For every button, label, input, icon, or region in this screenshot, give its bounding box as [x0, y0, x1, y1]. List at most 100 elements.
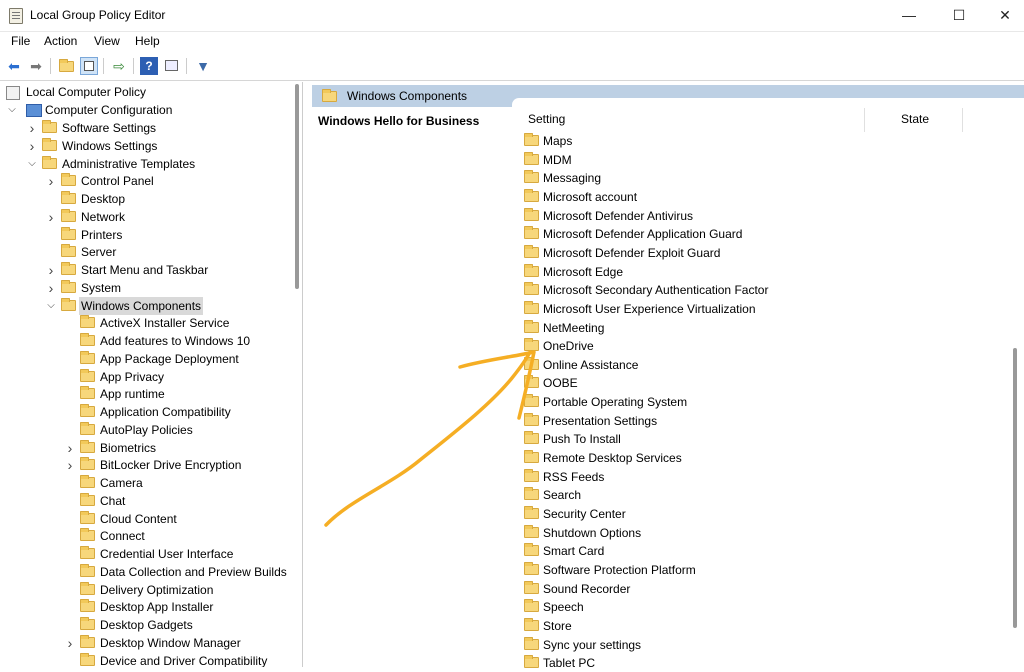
- filter-icon[interactable]: ▼: [194, 57, 212, 75]
- list-item[interactable]: Microsoft Edge: [524, 263, 864, 281]
- list-scrollbar[interactable]: [1012, 118, 1019, 667]
- tree-item[interactable]: AutoPlay Policies: [64, 421, 290, 439]
- properties-icon[interactable]: [163, 57, 181, 75]
- tree-item[interactable]: › Desktop Window Manager: [64, 634, 290, 652]
- tree-scrollbar[interactable]: [294, 82, 301, 667]
- list-item[interactable]: MDM: [524, 151, 864, 169]
- list-item[interactable]: Speech: [524, 598, 864, 616]
- maximize-button[interactable]: ☐: [936, 0, 982, 31]
- minimize-button[interactable]: —: [886, 0, 932, 31]
- list-scrollbar-thumb[interactable]: [1013, 348, 1017, 628]
- chevron-right-icon[interactable]: ›: [45, 261, 57, 279]
- chevron-down-icon[interactable]: ⌵: [45, 297, 57, 315]
- chevron-right-icon[interactable]: ›: [45, 208, 57, 226]
- tree-item[interactable]: Camera: [64, 474, 290, 492]
- show-hide-tree-icon[interactable]: [80, 57, 98, 75]
- menu-action[interactable]: Action: [44, 34, 77, 48]
- tree-item[interactable]: Add features to Windows 10: [64, 332, 290, 350]
- up-folder-icon[interactable]: [57, 57, 75, 75]
- list-item[interactable]: RSS Feeds: [524, 468, 864, 486]
- tree-item[interactable]: › Windows Settings: [26, 137, 290, 155]
- list-item[interactable]: Smart Card: [524, 542, 864, 560]
- chevron-down-icon[interactable]: ⌵: [6, 101, 18, 119]
- tree-item[interactable]: Device and Driver Compatibility: [64, 652, 290, 667]
- list-item[interactable]: Remote Desktop Services: [524, 449, 864, 467]
- tree-item[interactable]: Cloud Content: [64, 510, 290, 528]
- tree-item[interactable]: App runtime: [64, 385, 290, 403]
- menu-help[interactable]: Help: [135, 34, 160, 48]
- list-item[interactable]: OOBE: [524, 374, 864, 392]
- tree-item[interactable]: ⌵ Administrative Templates: [26, 155, 290, 173]
- list-item[interactable]: Online Assistance: [524, 356, 864, 374]
- forward-arrow-icon[interactable]: ➡: [27, 57, 45, 75]
- tree-item[interactable]: Data Collection and Preview Builds: [64, 563, 290, 581]
- tree-item[interactable]: Chat: [64, 492, 290, 510]
- tree-item[interactable]: › BitLocker Drive Encryption: [64, 456, 290, 474]
- tree-item[interactable]: Delivery Optimization: [64, 581, 290, 599]
- tree-item[interactable]: App Package Deployment: [64, 350, 290, 368]
- column-header-setting[interactable]: Setting: [528, 112, 565, 126]
- tree-item[interactable]: Connect: [64, 527, 290, 545]
- tree-item[interactable]: Desktop Gadgets: [64, 616, 290, 634]
- column-separator[interactable]: [864, 108, 865, 132]
- list-item[interactable]: Software Protection Platform: [524, 561, 864, 579]
- back-arrow-icon[interactable]: ⬅: [5, 57, 23, 75]
- export-list-icon[interactable]: ⇨: [110, 57, 128, 75]
- list-item[interactable]: Portable Operating System: [524, 393, 864, 411]
- list-item[interactable]: Search: [524, 486, 864, 504]
- close-button[interactable]: ✕: [982, 0, 1024, 31]
- chevron-right-icon[interactable]: ›: [45, 279, 57, 297]
- column-header-state[interactable]: State: [901, 112, 929, 126]
- tree-item[interactable]: › Biometrics: [64, 439, 290, 457]
- tree-scrollbar-thumb[interactable]: [295, 84, 299, 289]
- tree-item[interactable]: ActiveX Installer Service: [64, 314, 290, 332]
- list-item[interactable]: Microsoft User Experience Virtualization: [524, 300, 864, 318]
- menu-file[interactable]: File: [11, 34, 30, 48]
- tree-item[interactable]: Desktop App Installer: [64, 598, 290, 616]
- list-item[interactable]: Presentation Settings: [524, 412, 864, 430]
- menu-view[interactable]: View: [94, 34, 120, 48]
- tree-item[interactable]: Application Compatibility: [64, 403, 290, 421]
- tree-item[interactable]: › Control Panel: [45, 172, 290, 190]
- list-item[interactable]: Sync your settings: [524, 636, 864, 654]
- tree-item[interactable]: › Network: [45, 208, 290, 226]
- chevron-down-icon[interactable]: ⌵: [26, 155, 38, 173]
- chevron-right-icon[interactable]: ›: [64, 456, 76, 474]
- tree-item[interactable]: Desktop: [45, 190, 290, 208]
- tree-item[interactable]: App Privacy: [64, 368, 290, 386]
- chevron-right-icon[interactable]: ›: [26, 137, 38, 155]
- tree-item[interactable]: Server: [45, 243, 290, 261]
- chevron-right-icon[interactable]: ›: [64, 634, 76, 652]
- chevron-right-icon[interactable]: ›: [45, 172, 57, 190]
- list-item[interactable]: NetMeeting: [524, 319, 864, 337]
- list-item[interactable]: Microsoft Defender Antivirus: [524, 207, 864, 225]
- list-item[interactable]: Microsoft Defender Exploit Guard: [524, 244, 864, 262]
- list-item[interactable]: Maps: [524, 132, 864, 150]
- column-separator[interactable]: [962, 108, 963, 132]
- list-item[interactable]: Messaging: [524, 169, 864, 187]
- list-item[interactable]: Microsoft account: [524, 188, 864, 206]
- list-item[interactable]: OneDrive: [524, 337, 864, 355]
- tree-item[interactable]: Printers: [45, 226, 290, 244]
- tree-item[interactable]: › Software Settings: [26, 119, 290, 137]
- list-item[interactable]: Store: [524, 617, 864, 635]
- folder-icon: [322, 89, 337, 102]
- help-icon[interactable]: ?: [140, 57, 158, 75]
- tree-item[interactable]: › Start Menu and Taskbar: [45, 261, 290, 279]
- tree-item[interactable]: Credential User Interface: [64, 545, 290, 563]
- list-item[interactable]: Security Center: [524, 505, 864, 523]
- list-item[interactable]: Push To Install: [524, 430, 864, 448]
- console-tree[interactable]: Local Computer Policy ⌵ Computer Configu…: [0, 82, 303, 667]
- list-item[interactable]: Tablet PC: [524, 654, 864, 672]
- tree-computer-configuration[interactable]: ⌵ Computer Configuration: [0, 101, 290, 119]
- settings-list[interactable]: Setting State Maps MDM Messaging Microsoft …: [512, 98, 1024, 670]
- list-item[interactable]: Microsoft Secondary Authentication Facto…: [524, 281, 864, 299]
- tree-item[interactable]: › System: [45, 279, 290, 297]
- chevron-right-icon[interactable]: ›: [64, 439, 76, 457]
- chevron-right-icon[interactable]: ›: [26, 119, 38, 137]
- tree-root[interactable]: Local Computer Policy: [0, 83, 290, 101]
- list-item[interactable]: Sound Recorder: [524, 580, 864, 598]
- tree-item[interactable]: ⌵ Windows Components: [45, 296, 290, 315]
- list-item[interactable]: Shutdown Options: [524, 524, 864, 542]
- list-item[interactable]: Microsoft Defender Application Guard: [524, 225, 864, 243]
